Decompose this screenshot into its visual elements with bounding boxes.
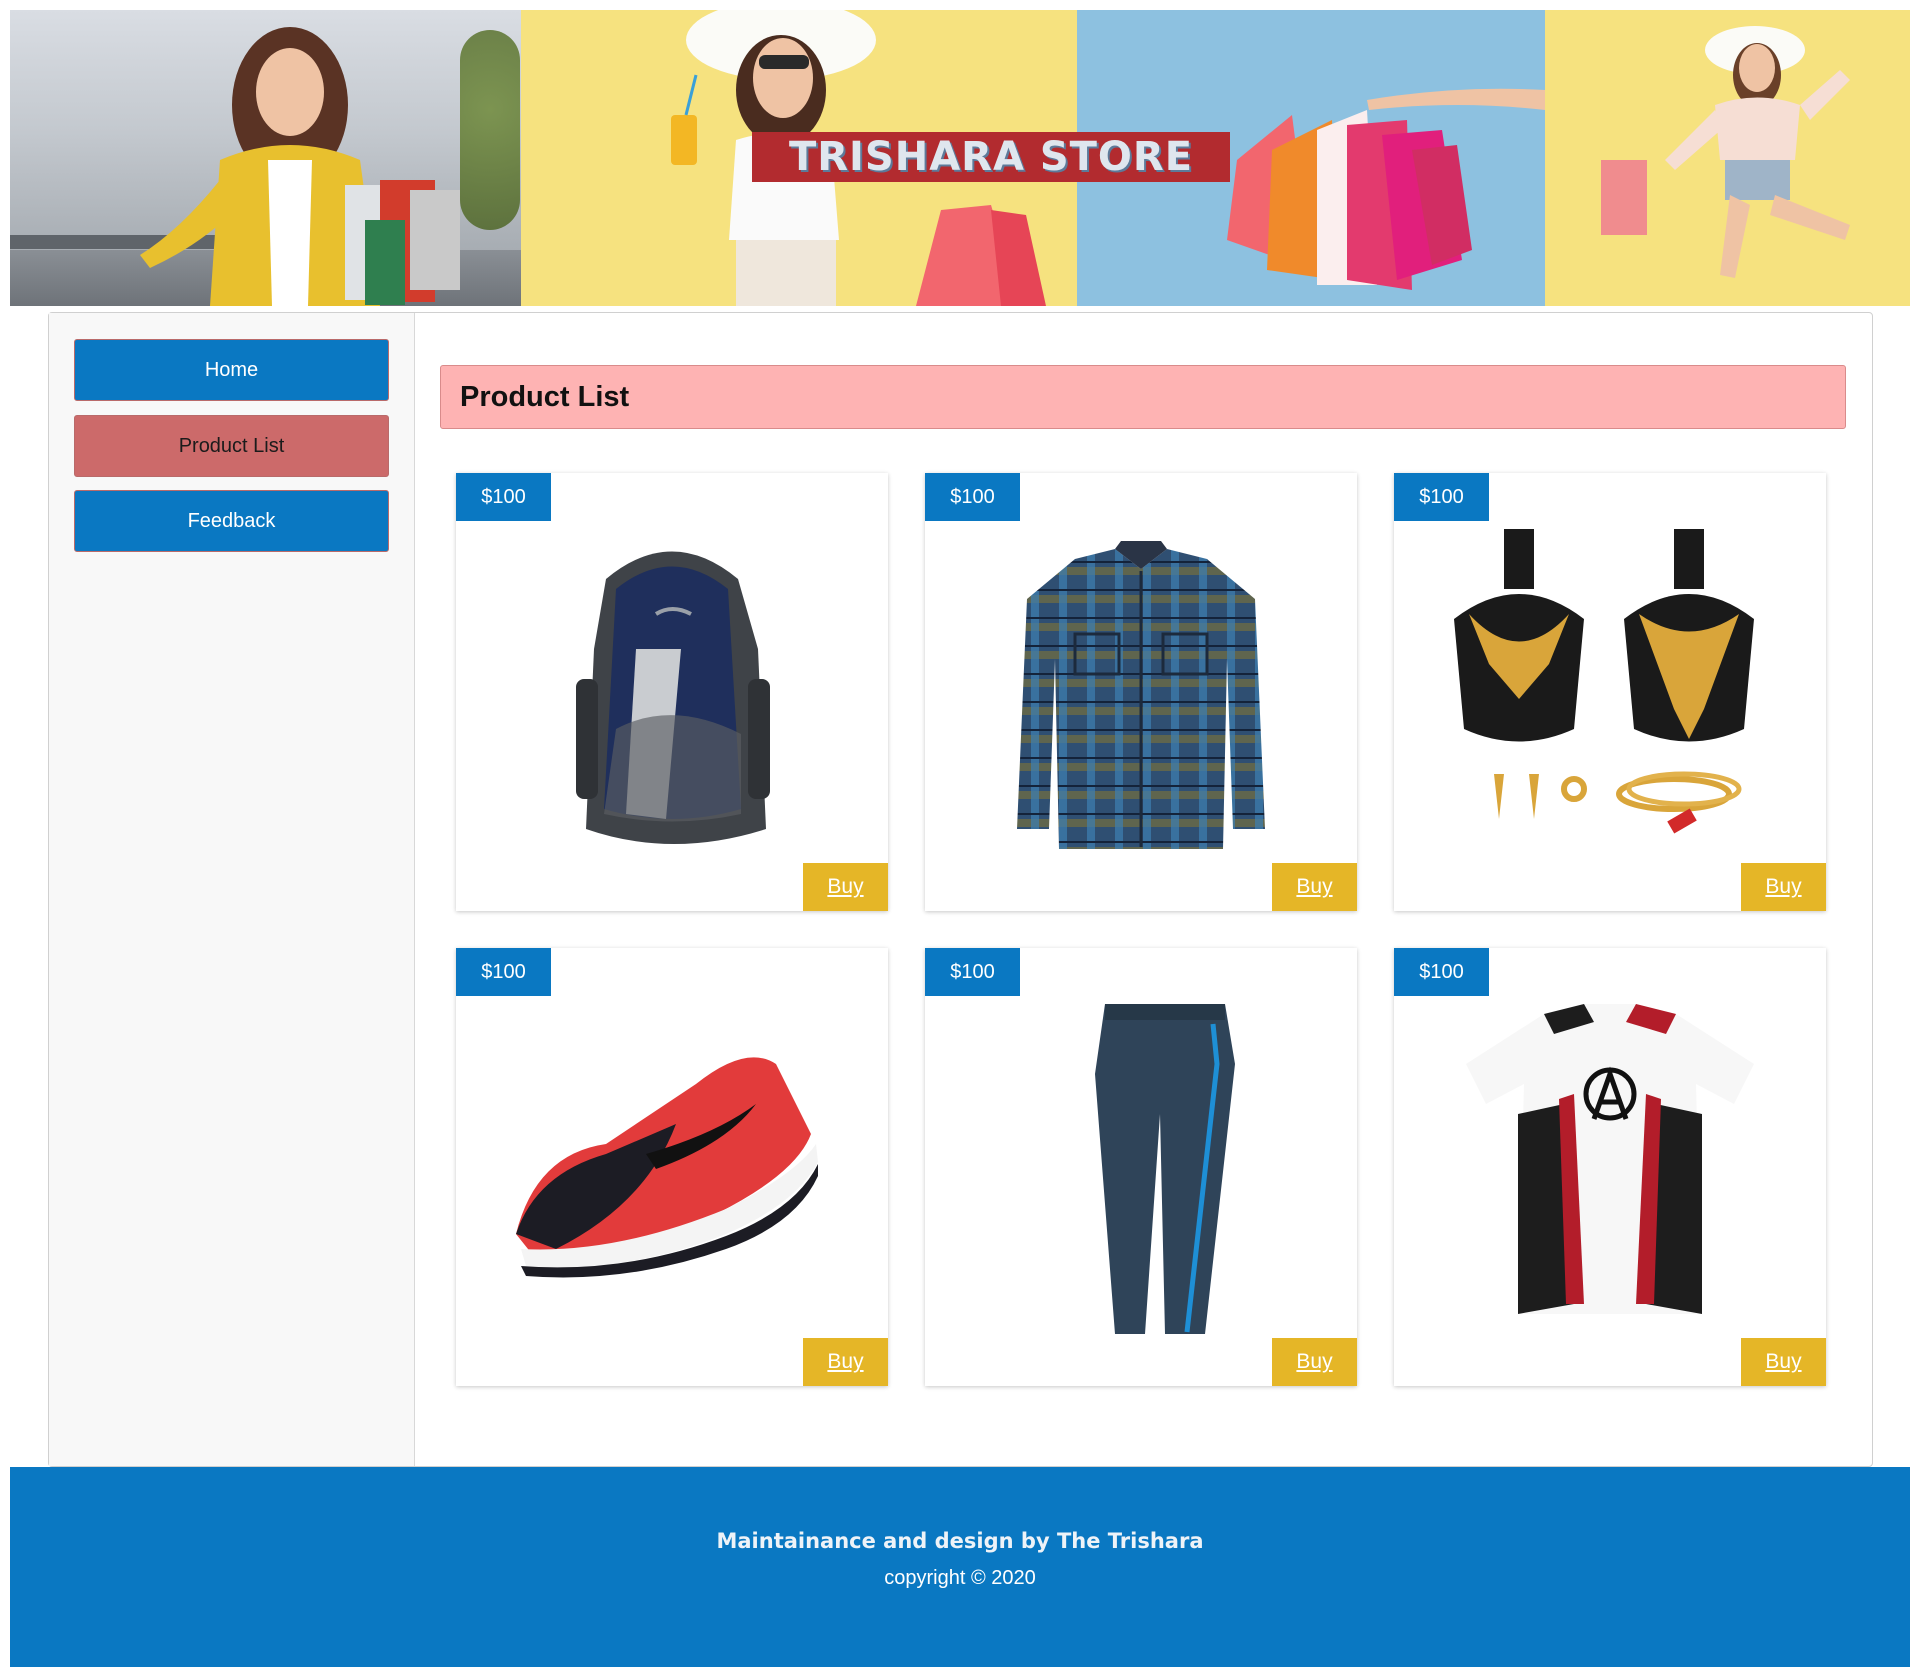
product-card: $100 Buy [925, 948, 1357, 1386]
running-shoe-image [516, 1057, 818, 1278]
banner-jumping-woman-photo [1545, 10, 1910, 306]
footer: Maintainance and design by The Trishara … [10, 1467, 1910, 1667]
sidebar-item-home[interactable]: Home [74, 339, 389, 401]
sidebar-item-product-list[interactable]: Product List [74, 415, 389, 477]
jumping-woman-figure [1601, 26, 1850, 278]
product-card: $100 Buy [1394, 473, 1826, 911]
buy-button[interactable]: Buy [803, 1338, 888, 1386]
buy-button[interactable]: Buy [1272, 863, 1357, 911]
banner-mall-photo [10, 10, 521, 306]
buy-button[interactable]: Buy [1741, 1338, 1826, 1386]
product-card: $100 Buy [456, 948, 888, 1386]
price-badge: $100 [1394, 948, 1489, 996]
buy-button[interactable]: Buy [1741, 863, 1826, 911]
product-card: $100 Buy [1394, 948, 1826, 1386]
hero-banner: TRISHARA STORE [10, 10, 1910, 306]
price-badge: $100 [456, 948, 551, 996]
gold-jewellery-set-image [1454, 529, 1754, 834]
main-content: Product List $100 Buy $100 Buy $100 Buy … [415, 313, 1872, 1466]
footer-credit: Maintainance and design by The Trishara [716, 1529, 1204, 1553]
track-pants-image [1095, 1004, 1235, 1334]
product-card: $100 Buy [925, 473, 1357, 911]
price-badge: $100 [456, 473, 551, 521]
plaid-shirt-image [1017, 541, 1265, 849]
sidebar-item-feedback[interactable]: Feedback [74, 490, 389, 552]
price-badge: $100 [1394, 473, 1489, 521]
woman-yellow-jacket-figure [140, 27, 460, 306]
buy-button[interactable]: Buy [803, 863, 888, 911]
buy-button[interactable]: Buy [1272, 1338, 1357, 1386]
footer-copyright: copyright © 2020 [884, 1567, 1036, 1589]
avengers-tshirt-image [1466, 1004, 1754, 1314]
price-badge: $100 [925, 948, 1020, 996]
price-badge: $100 [925, 473, 1020, 521]
page-title: Product List [440, 365, 1846, 429]
sidebar: Home Product List Feedback [49, 313, 415, 1466]
product-card: $100 Buy [456, 473, 888, 911]
page-layout: Home Product List Feedback Product List … [48, 312, 1873, 1467]
store-title: TRISHARA STORE [752, 132, 1230, 182]
backpack-image [576, 551, 770, 844]
